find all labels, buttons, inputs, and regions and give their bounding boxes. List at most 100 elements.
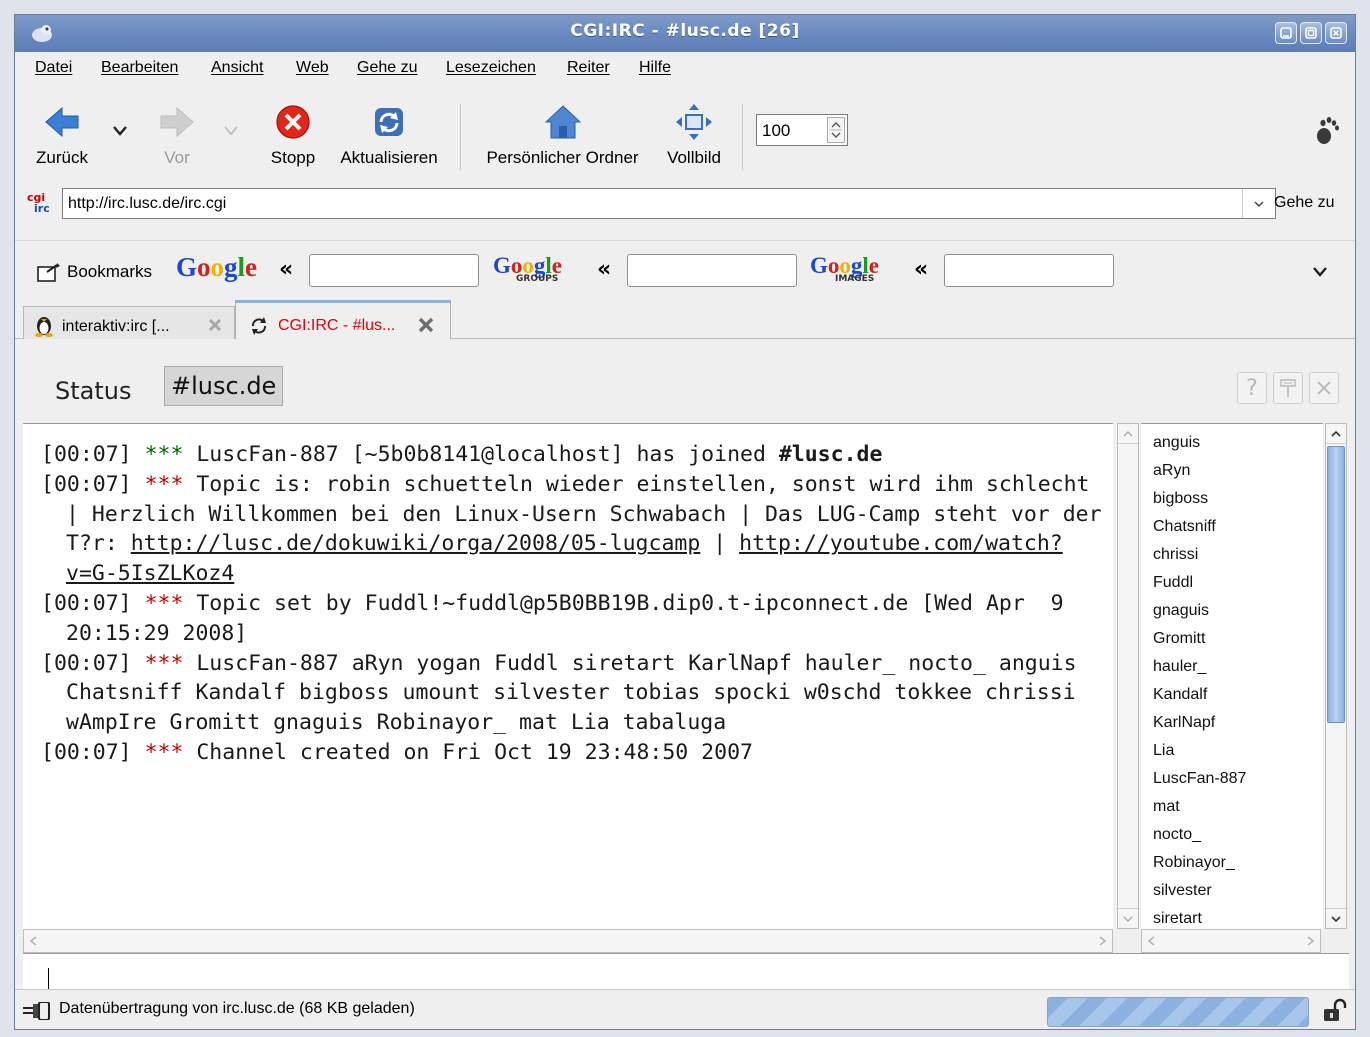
stop-button[interactable]: Stopp	[265, 102, 321, 168]
url-text: http://irc.lusc.de/irc.cgi	[68, 195, 227, 212]
location-bar: cgi irc http://irc.lusc.de/irc.cgi Gehe …	[15, 188, 1355, 241]
titlebar[interactable]: CGI:IRC - #lusc.de [26]	[15, 15, 1355, 52]
loading-spinner-icon	[252, 317, 266, 335]
chat-horizontal-scrollbar[interactable]	[23, 929, 1113, 953]
nick-item[interactable]: Chatsniff	[1153, 518, 1216, 536]
loading-progress-bar	[1047, 997, 1309, 1027]
close-tab-icon[interactable]	[417, 316, 435, 334]
toolbar-overflow-chevron-icon[interactable]	[1311, 266, 1329, 278]
zoom-value: 100	[762, 121, 791, 140]
scroll-up-icon[interactable]	[1118, 424, 1138, 444]
maximize-icon[interactable]	[1300, 22, 1322, 44]
nick-item[interactable]: hauler_	[1153, 658, 1206, 676]
google-groups-arrow[interactable]: «	[597, 257, 611, 282]
nicklist-horizontal-scrollbar[interactable]	[1141, 929, 1321, 953]
fullscreen-button[interactable]: Vollbild	[663, 102, 725, 168]
tab-cgi-irc[interactable]: CGI:IRC - #lus...	[235, 300, 451, 340]
nick-item[interactable]: LuscFan-887	[1153, 770, 1246, 788]
google-search-arrow[interactable]: «	[279, 257, 293, 282]
nick-item[interactable]: nocto_	[1153, 826, 1201, 844]
nick-item[interactable]: mat	[1153, 798, 1180, 816]
nick-item[interactable]: KarlNapf	[1153, 714, 1215, 732]
menu-reiter[interactable]: Reiter	[567, 59, 610, 77]
go-button[interactable]: Gehe zu	[1274, 194, 1334, 212]
nick-item[interactable]: Lia	[1153, 742, 1174, 760]
browser-window: CGI:IRC - #lusc.de [26] Datei Bearbeiten…	[14, 14, 1356, 1030]
bookmarks-button[interactable]: Bookmarks	[67, 262, 152, 282]
irc-channel-tab[interactable]: #lusc.de	[164, 366, 284, 406]
menu-bearbeiten[interactable]: Bearbeiten	[101, 59, 178, 77]
google-groups-field[interactable]	[627, 254, 797, 287]
scroll-right-icon[interactable]	[1096, 935, 1108, 947]
menu-datei[interactable]: Datei	[35, 59, 72, 77]
tab-label: CGI:IRC - #lus...	[278, 317, 396, 334]
chat-log: [00:07] *** LuscFan-887 [~5b0b8141@local…	[23, 423, 1113, 929]
menu-hilfe[interactable]: Hilfe	[639, 59, 671, 77]
stop-icon	[276, 105, 310, 139]
forward-history-chevron-icon[interactable]	[222, 124, 240, 138]
home-folder-button[interactable]: Persönlicher Ordner	[480, 102, 645, 168]
scroll-down-icon[interactable]	[1326, 908, 1346, 928]
close-tab-icon[interactable]	[207, 317, 223, 333]
nick-item[interactable]: bigboss	[1153, 490, 1208, 508]
bookmarks-folder-icon[interactable]	[37, 263, 61, 283]
google-groups-sublabel: GROUPS	[516, 274, 559, 284]
scroll-up-icon[interactable]	[1326, 424, 1346, 444]
tab-interaktiv-irc[interactable]: interaktiv:irc [...	[23, 306, 235, 339]
scroll-left-icon[interactable]	[1146, 935, 1158, 947]
google-search-logo[interactable]: Google	[176, 252, 257, 283]
menu-ansicht[interactable]: Ansicht	[211, 59, 263, 77]
nick-item[interactable]: chrissi	[1153, 546, 1198, 564]
irc-status-tab[interactable]: Status	[55, 377, 131, 405]
cgi-irc-favicon-icon: cgi irc	[27, 191, 50, 215]
google-images-arrow[interactable]: «	[914, 257, 928, 282]
nick-item[interactable]: anguis	[1153, 434, 1200, 452]
nick-item[interactable]: siretart	[1153, 910, 1202, 928]
zoom-spin-arrows-icon[interactable]	[827, 117, 845, 143]
url-history-dropdown[interactable]	[1242, 189, 1275, 218]
nick-item[interactable]: Robinayor_	[1153, 854, 1235, 872]
menu-lesezeichen[interactable]: Lesezeichen	[446, 59, 536, 77]
google-images-field[interactable]	[944, 254, 1114, 287]
zoom-spinbox[interactable]: 100	[756, 114, 848, 146]
close-channel-icon[interactable]	[1309, 372, 1339, 404]
menu-gehe-zu[interactable]: Gehe zu	[357, 59, 417, 77]
google-images-sublabel: IMAGES	[835, 274, 875, 284]
chat-line: [00:07] *** Topic set by Fuddl!~fuddl@p5…	[41, 590, 1077, 646]
main-toolbar: Zurück Vor Stopp Aktualisieren Persönlic…	[15, 84, 1355, 189]
url-input[interactable]: http://irc.lusc.de/irc.cgi	[62, 188, 1276, 219]
chat-vertical-scrollbar[interactable]	[1117, 423, 1139, 929]
topic-link-lugcamp[interactable]: http://lusc.de/dokuwiki/orga/2008/05-lug…	[131, 531, 701, 556]
help-icon[interactable]: ?	[1237, 372, 1267, 404]
status-bar: Datenübertragung von irc.lusc.de (68 KB …	[15, 989, 1355, 1029]
tab-label: interaktiv:irc [...	[62, 318, 170, 335]
nick-item[interactable]: silvester	[1153, 882, 1212, 900]
back-button[interactable]: Zurück	[33, 102, 91, 168]
unlocked-padlock-icon[interactable]	[1321, 998, 1347, 1024]
nick-item[interactable]: Kandalf	[1153, 686, 1207, 704]
window-title: CGI:IRC - #lusc.de [26]	[570, 21, 800, 41]
scroll-down-icon[interactable]	[1118, 908, 1138, 928]
forward-button[interactable]: Vor	[155, 102, 199, 168]
gnome-foot-icon[interactable]	[1312, 114, 1342, 148]
menu-web[interactable]: Web	[296, 59, 329, 77]
close-window-icon[interactable]	[1325, 22, 1347, 44]
scroll-thumb[interactable]	[1327, 446, 1345, 723]
minimize-icon[interactable]	[1275, 22, 1297, 44]
nick-item[interactable]: Fuddl	[1153, 574, 1193, 592]
chevron-down-icon	[1254, 201, 1264, 208]
chat-line: [00:07] *** LuscFan-887 aRyn yogan Fuddl…	[41, 650, 1090, 736]
reload-button[interactable]: Aktualisieren	[337, 102, 441, 168]
options-icon[interactable]	[1273, 372, 1303, 404]
nick-item[interactable]: gnaguis	[1153, 602, 1209, 620]
nick-item[interactable]: Gromitt	[1153, 630, 1205, 648]
scroll-left-icon[interactable]	[28, 935, 40, 947]
bookmarks-toolbar: Bookmarks Google « Google GROUPS « Googl…	[15, 241, 1355, 299]
google-search-field[interactable]	[309, 254, 479, 287]
back-arrow-icon	[45, 106, 79, 138]
scroll-right-icon[interactable]	[1304, 935, 1316, 947]
fullscreen-icon	[676, 104, 712, 140]
nick-item[interactable]: aRyn	[1153, 462, 1190, 480]
back-history-chevron-icon[interactable]	[111, 124, 129, 138]
nicklist-vertical-scrollbar[interactable]	[1325, 423, 1347, 929]
